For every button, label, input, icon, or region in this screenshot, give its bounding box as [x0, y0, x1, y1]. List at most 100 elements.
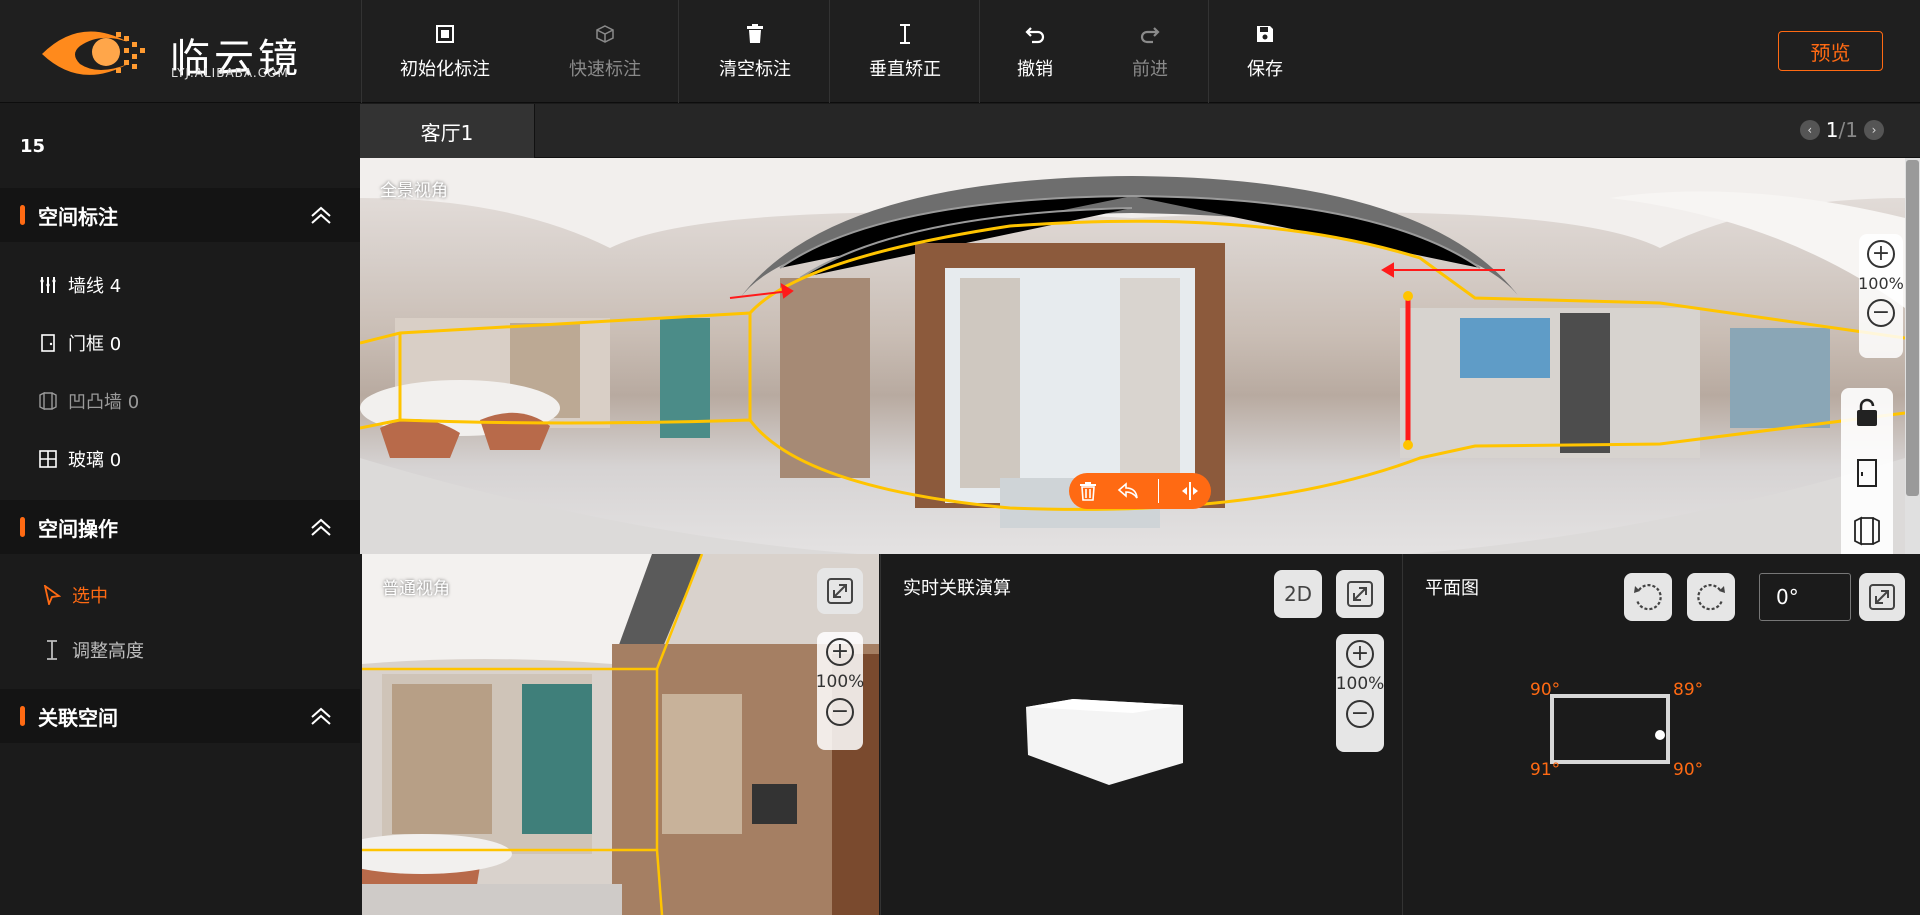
chevron-up-icon[interactable]	[308, 703, 334, 729]
sidebar-item-glass[interactable]: 玻璃 0	[38, 446, 121, 472]
zoom-out-icon[interactable]: −	[1346, 700, 1374, 728]
undo-arrow-icon[interactable]	[1117, 481, 1139, 501]
normal-view-panel[interactable]: 普通视角 + 100% −	[362, 554, 879, 915]
realtime-panel: 实时关联演算 2D + 100% −	[880, 554, 1401, 915]
init-annotation-button[interactable]: 初始化标注	[390, 0, 500, 103]
zoom-in-icon[interactable]: +	[1867, 240, 1895, 268]
redo-button[interactable]: 前进	[1105, 0, 1195, 103]
height-adjust-icon	[42, 640, 62, 660]
vertical-label: 垂直矫正	[869, 58, 941, 80]
pager: ‹ 1/1 ›	[1799, 118, 1884, 142]
concave-wall-icon	[38, 391, 58, 411]
sidebar-item-label: 凹凸墙 0	[68, 392, 140, 413]
rotate-right-icon	[1697, 584, 1725, 611]
redo-icon	[1139, 23, 1161, 45]
rotate-left-icon	[1634, 584, 1662, 611]
expand-icon	[1869, 584, 1895, 610]
sidebar-item-adjust-height[interactable]: 调整高度	[42, 637, 144, 663]
realtime-zoom-value: 100%	[1335, 674, 1385, 694]
zoom-in-icon[interactable]: +	[826, 638, 854, 666]
logo-subtext: LYJ.ALIBABA.COM	[171, 66, 289, 80]
realtime-title: 实时关联演算	[903, 578, 1011, 599]
wall-line-icon	[38, 275, 58, 295]
rotate-right-button[interactable]	[1687, 573, 1735, 621]
logo: 临云镜 LYJ.ALIBABA.COM	[0, 0, 362, 103]
panorama-tool-column	[1841, 388, 1893, 554]
undo-label: 撤销	[1017, 58, 1053, 80]
rotate-left-button[interactable]	[1624, 573, 1672, 621]
page-current: 1	[1825, 118, 1839, 142]
expand-icon	[827, 578, 853, 604]
clear-annotation-button[interactable]: 清空标注	[700, 0, 810, 103]
sidebar-item-concave-wall[interactable]: 凹凸墙 0	[38, 388, 139, 414]
logo-eye-icon	[42, 31, 145, 75]
sidebar: 15 空间标注 墙线 4 门框 0 凹凸墙 0 玻璃 0 空间操作 选中 调整高…	[0, 104, 360, 915]
normal-zoom-value: 100%	[815, 672, 865, 692]
expand-button[interactable]	[1336, 570, 1384, 618]
room-3d-model[interactable]	[1023, 697, 1185, 787]
sidebar-item-label: 墙线 4	[68, 276, 122, 297]
normal-view-label: 普通视角	[382, 579, 450, 599]
panorama-scroll-thumb[interactable]	[1906, 160, 1919, 496]
realtime-zoom-control: + 100% −	[1336, 634, 1384, 752]
save-button[interactable]: 保存	[1220, 0, 1310, 103]
chevron-left-icon[interactable]: ‹	[1799, 120, 1820, 140]
section-title: 关联空间	[38, 705, 118, 730]
zoom-out-icon[interactable]: −	[1867, 299, 1895, 327]
annotation-quick-tools	[1069, 473, 1211, 509]
mode-2d-button[interactable]: 2D	[1274, 570, 1322, 618]
vertical-correct-button[interactable]: 垂直矫正	[850, 0, 960, 103]
trash-icon[interactable]	[1079, 481, 1097, 501]
panorama-zoom-value: 100%	[1858, 274, 1904, 293]
split-icon[interactable]	[1179, 481, 1201, 501]
undo-button[interactable]: 撤销	[990, 0, 1080, 103]
redo-label: 前进	[1132, 58, 1168, 80]
sidebar-item-wall-line[interactable]: 墙线 4	[38, 272, 121, 298]
zoom-out-icon[interactable]: −	[826, 698, 854, 726]
lock-icon[interactable]	[1855, 398, 1879, 428]
room-tab-bar: 客厅1 ‹ 1/1 ›	[360, 104, 1920, 158]
quick-label: 快速标注	[569, 58, 641, 80]
vertical-icon	[894, 23, 916, 45]
preview-button[interactable]: 预览	[1778, 31, 1883, 71]
init-icon	[434, 23, 456, 45]
concave-wall-tool-icon[interactable]	[1853, 516, 1881, 546]
door-frame-icon	[38, 333, 58, 353]
glass-icon	[38, 449, 58, 469]
chevron-up-icon[interactable]	[308, 514, 334, 540]
expand-button[interactable]	[1859, 573, 1905, 621]
undo-icon	[1024, 23, 1046, 45]
space-count: 15	[20, 136, 46, 157]
door-icon[interactable]	[1856, 458, 1878, 488]
quick-annotation-button[interactable]: 快速标注	[550, 0, 660, 103]
normal-view-scene[interactable]	[362, 554, 879, 915]
normal-zoom-control: + 100% −	[815, 632, 865, 750]
expand-button[interactable]	[817, 568, 863, 614]
floorplan-title: 平面图	[1425, 578, 1479, 599]
save-icon	[1254, 23, 1276, 45]
sidebar-item-label: 门框 0	[68, 334, 122, 355]
section-space-operation[interactable]: 空间操作	[0, 500, 360, 554]
page-total: /1	[1838, 118, 1858, 142]
panorama-zoom-control: + 100% −	[1858, 234, 1904, 358]
expand-icon	[1347, 581, 1373, 607]
corner-angle-bottom-right: 90°	[1673, 760, 1704, 780]
section-space-annotation[interactable]: 空间标注	[0, 188, 360, 242]
chevron-up-icon[interactable]	[308, 202, 334, 228]
trash-icon	[744, 23, 766, 45]
panorama-label: 全景视角	[380, 181, 448, 201]
zoom-in-icon[interactable]: +	[1346, 640, 1374, 668]
sidebar-item-label: 玻璃 0	[68, 450, 122, 471]
cube-icon	[594, 23, 616, 45]
section-title: 空间标注	[38, 204, 118, 229]
rotation-angle-input[interactable]: 0°	[1759, 573, 1851, 621]
chevron-right-icon[interactable]: ›	[1864, 120, 1884, 140]
section-linked-space[interactable]: 关联空间	[0, 689, 360, 743]
corner-angle-bottom-left: 91°	[1530, 760, 1561, 780]
top-toolbar: 临云镜 LYJ.ALIBABA.COM 初始化标注 快速标注 清空标注 垂直矫正…	[0, 0, 1920, 103]
tab-living-room[interactable]: 客厅1	[360, 104, 535, 158]
floorplan-room-outline[interactable]	[1548, 692, 1672, 766]
corner-angle-top-left: 90°	[1530, 680, 1561, 700]
sidebar-item-select[interactable]: 选中	[42, 582, 108, 608]
sidebar-item-door-frame[interactable]: 门框 0	[38, 330, 121, 356]
